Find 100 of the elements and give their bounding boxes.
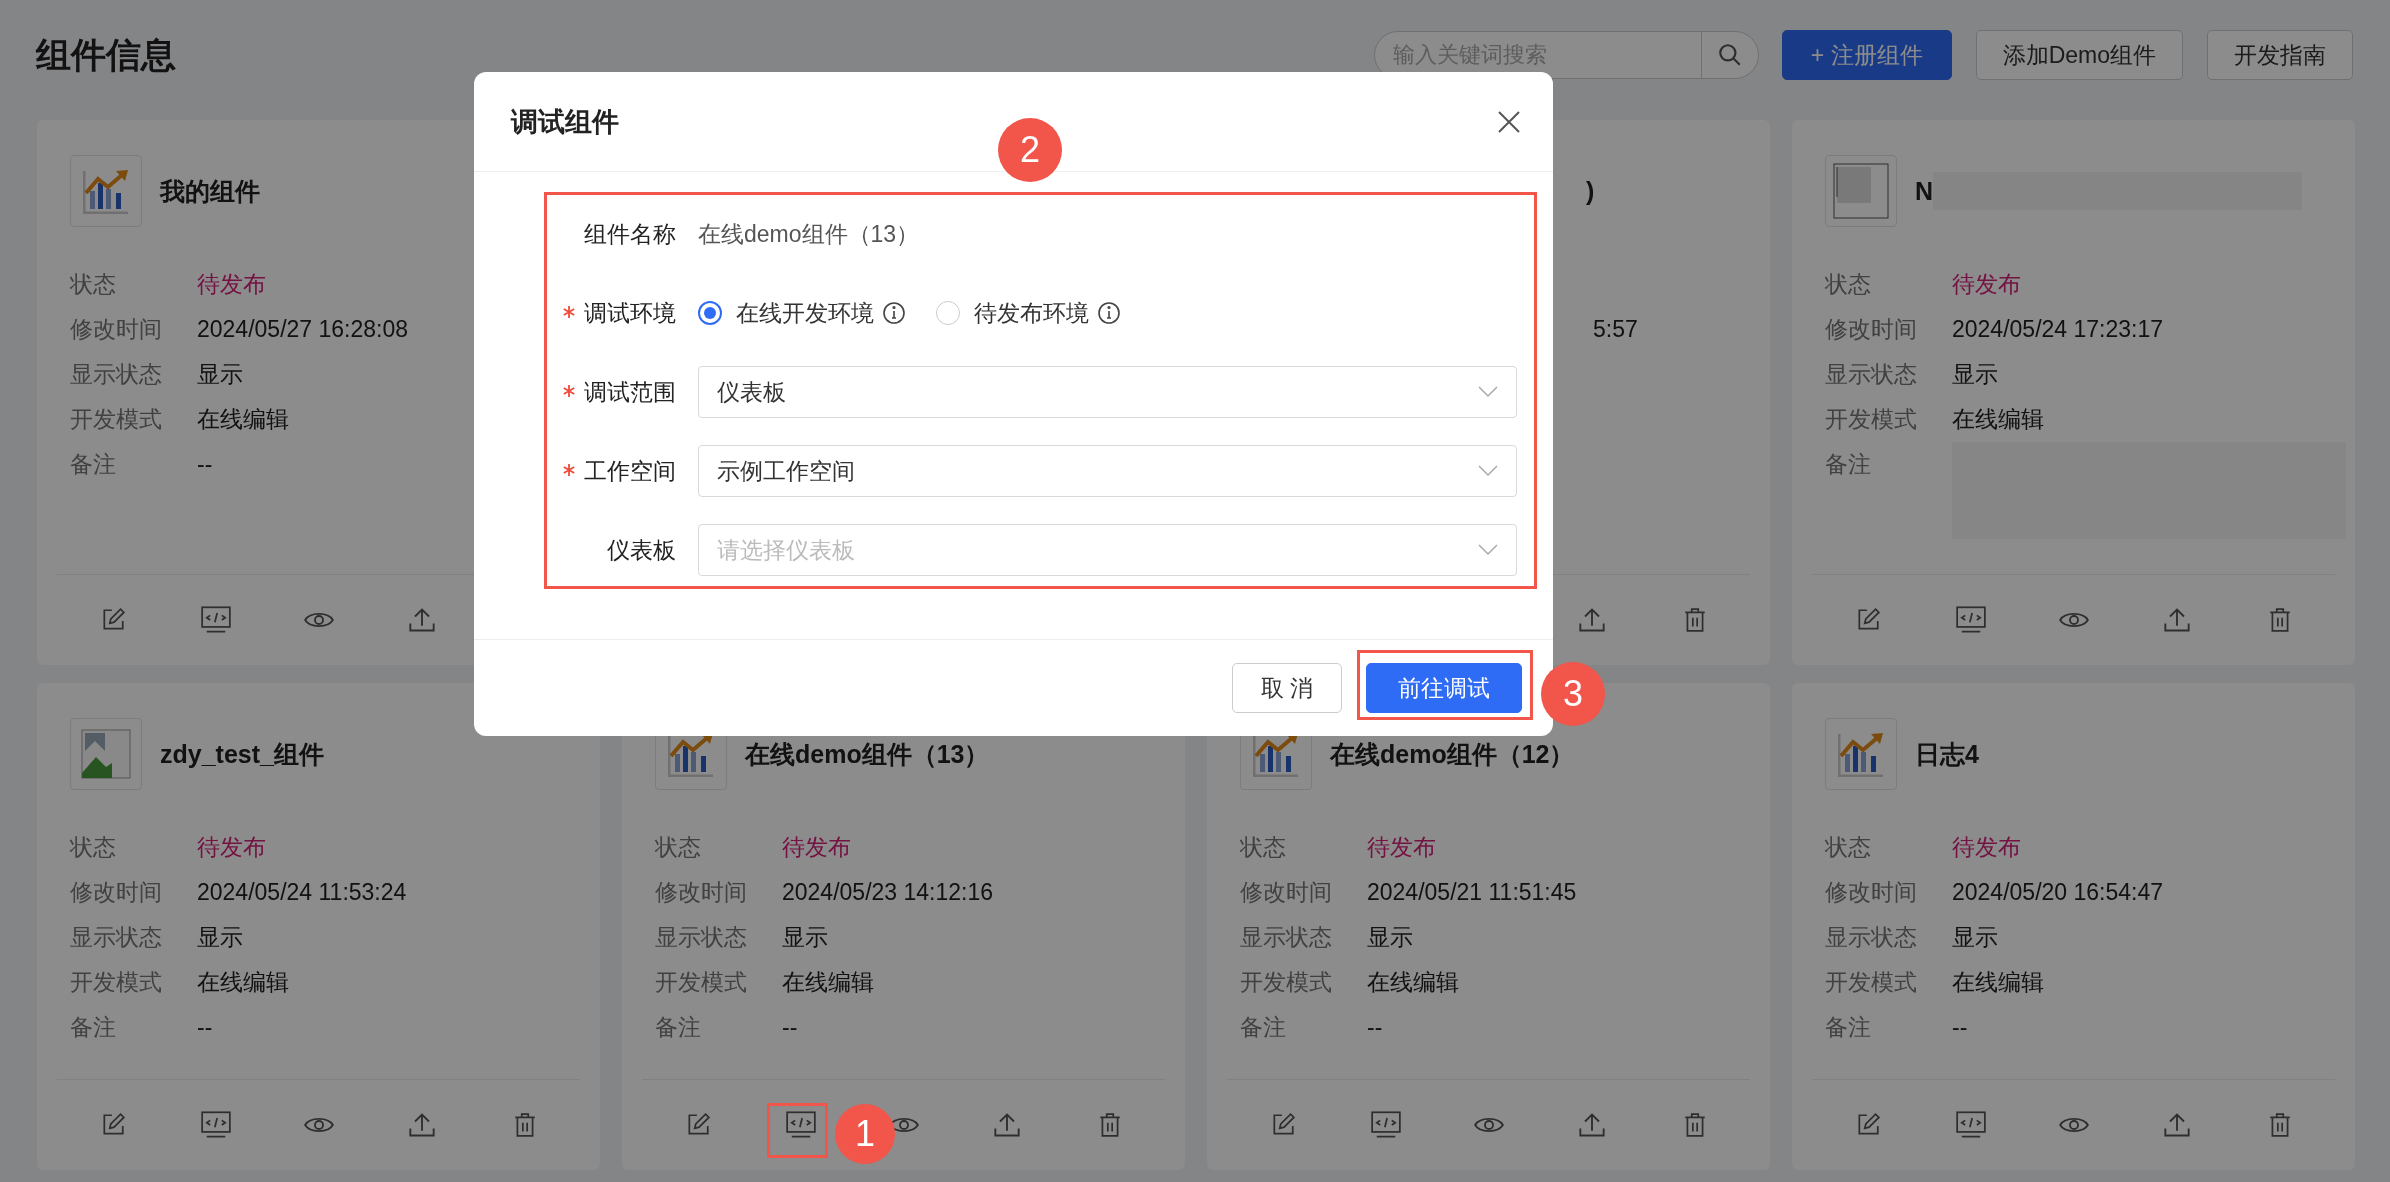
info-icon [1097,301,1121,325]
code-monitor-icon[interactable] [200,1111,231,1139]
field-label: 开发模式 [70,968,163,997]
trash-icon[interactable] [512,1112,537,1138]
code-monitor-icon[interactable] [1955,606,1986,634]
info-icon [882,301,906,325]
search-icon [1716,42,1743,68]
field-value: 在线编辑 [1952,968,2044,997]
trash-icon[interactable] [1682,607,1707,633]
code-monitor-icon[interactable] [1370,1111,1401,1139]
field-value: 2024/05/24 17:23:17 [1952,315,2164,344]
field-label: 修改时间 [70,878,163,907]
code-monitor-icon[interactable] [785,1111,816,1139]
status-value: 待发布 [1367,833,1436,862]
trash-icon[interactable] [1097,1112,1122,1138]
field-label: 开发模式 [1825,968,1918,997]
field-label: 备注 [70,1013,117,1042]
chevron-down-icon [1478,386,1498,398]
upload-icon[interactable] [1577,1111,1606,1139]
chevron-down-icon [1478,465,1498,477]
field-label: 修改时间 [1240,878,1333,907]
trash-icon[interactable] [1682,1112,1707,1138]
form-label: 调试环境 [584,299,676,326]
toolbar-button[interactable]: 添加Demo组件 [1975,30,2183,80]
card-title: 我的组件 [160,175,260,207]
select-field[interactable]: 仪表板 [698,366,1517,418]
field-label: 状态 [1825,833,1872,862]
field-label: 备注 [70,450,117,479]
field-label: 备注 [1825,1013,1872,1042]
field-label: 开发模式 [655,968,748,997]
card-title: 在线demo组件（13） [745,738,990,770]
status-value: 待发布 [1952,833,2021,862]
highlight-frame [767,1103,828,1158]
field-value: -- [1952,1013,1968,1042]
field-value: 显示 [1952,360,1998,389]
field-label: 状态 [1825,270,1872,299]
chevron-down-icon [1478,544,1498,556]
field-value: 在线编辑 [782,968,874,997]
toolbar-button[interactable]: 开发指南 [2207,30,2353,80]
field-label: 状态 [655,833,702,862]
upload-icon[interactable] [1577,606,1606,634]
field-value: -- [197,450,213,479]
status-value: 待发布 [197,270,266,299]
close-icon[interactable] [1497,109,1521,134]
field-value: -- [1367,1013,1383,1042]
form-label: 工作空间 [584,457,676,484]
chart-thumbnail-icon [83,168,129,214]
field-label: 备注 [1825,450,1872,479]
field-value: 显示 [197,360,243,389]
code-monitor-icon[interactable] [1955,1111,1986,1139]
code-monitor-icon[interactable] [200,606,231,634]
card-title: N [1915,176,1934,206]
page-title: 组件信息 [36,33,177,76]
radio-option[interactable]: 在线开发环境 [698,297,874,329]
field-label: 显示状态 [1240,923,1333,952]
dialog-title: 调试组件 [511,105,619,139]
trash-icon[interactable] [2267,607,2292,633]
card-title: ) [1585,176,1595,206]
upload-icon[interactable] [2162,606,2191,634]
field-value: 显示 [1367,923,1413,952]
chart-thumbnail-icon [1838,731,1884,777]
field-value: 2024/05/20 16:54:47 [1952,878,2164,907]
field-label: 开发模式 [1240,968,1333,997]
broken-image-icon [81,729,131,779]
card-title: 在线demo组件（12） [1330,738,1575,770]
form-label: 仪表板 [607,536,676,563]
upload-icon[interactable] [407,606,436,634]
field-value: -- [197,1013,213,1042]
card-title: zdy_test_组件 [160,738,324,770]
field-label: 开发模式 [70,405,163,434]
field-value: 2024/05/27 16:28:08 [197,315,409,344]
field-value: 2024/05/23 14:12:16 [782,878,994,907]
upload-icon[interactable] [407,1111,436,1139]
field-label: 显示状态 [1825,360,1918,389]
field-value: 在线编辑 [1952,405,2044,434]
field-label: 备注 [1240,1013,1287,1042]
select-field[interactable]: 示例工作空间 [698,445,1517,497]
field-value: 显示 [197,923,243,952]
field-value: -- [782,1013,798,1042]
field-value: 在线编辑 [1367,968,1459,997]
field-value: 2024/05/21 11:51:45 [1367,878,1577,907]
radio-option[interactable]: 待发布环境 [936,297,1089,329]
field-label: 修改时间 [1825,315,1918,344]
field-label: 开发模式 [1825,405,1918,434]
field-label: 显示状态 [655,923,748,952]
field-value: 5:57 [1592,315,1638,344]
cancel-button[interactable]: 取 消 [1231,663,1342,713]
field-label: 状态 [70,270,117,299]
upload-icon[interactable] [992,1111,1021,1139]
field-label: 状态 [1240,833,1287,862]
blank-image-icon [1833,163,1889,219]
upload-icon[interactable] [2162,1111,2191,1139]
card-title: 日志4 [1915,738,1979,770]
form-label: 组件名称 [584,220,676,247]
component-name-value: 在线demo组件（13） [698,219,920,249]
trash-icon[interactable] [2267,1112,2292,1138]
status-value: 待发布 [782,833,851,862]
field-value: 在线编辑 [197,968,289,997]
field-label: 修改时间 [70,315,163,344]
start-debug-button[interactable]: 前往调试 [1366,663,1522,713]
